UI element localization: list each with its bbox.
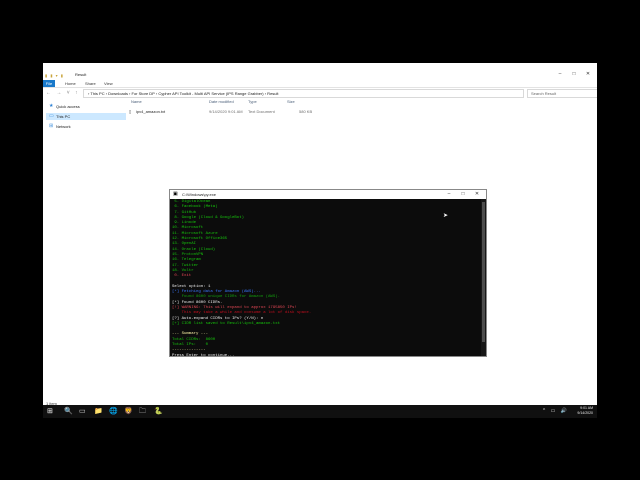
- start-icon[interactable]: ⊞: [47, 407, 53, 416]
- console-output[interactable]: 5. DigitalOcean 6. Facebook (Meta) 7. Gi…: [172, 200, 477, 357]
- file-type: Text Document: [248, 109, 275, 114]
- quick-access-toolbar-icon[interactable]: ▮ ▮ ▾ ▮: [45, 73, 64, 78]
- nav-buttons[interactable]: ← → ˅ ↑: [46, 90, 80, 96]
- nav-item-this-pc[interactable]: ▭ This PC: [46, 113, 126, 120]
- tab-view[interactable]: View: [104, 81, 113, 86]
- star-icon: ★: [49, 103, 54, 109]
- maximize-button[interactable]: □: [567, 71, 581, 77]
- tab-share[interactable]: Share: [85, 81, 96, 86]
- file-name[interactable]: ipv4_amazon.txt: [136, 109, 165, 114]
- python-icon[interactable]: 🐍: [154, 407, 163, 416]
- column-header-size[interactable]: Size: [287, 99, 295, 104]
- terminal-icon: ▣: [173, 191, 178, 197]
- column-header-type[interactable]: Type: [248, 99, 257, 104]
- column-header-name[interactable]: Name: [131, 99, 142, 104]
- tray-icons[interactable]: ^ ▭ 🔊: [543, 408, 569, 414]
- navigation-pane: ★ Quick access ▭ This PC ⊞ Network: [43, 101, 126, 401]
- window-title: Result: [75, 72, 87, 77]
- minimize-button[interactable]: –: [442, 191, 456, 197]
- ribbon-tabs: File Home Share View: [43, 80, 597, 88]
- search-input[interactable]: Search Result: [527, 89, 597, 98]
- window-controls[interactable]: – □ ✕: [553, 71, 595, 77]
- scrollbar-thumb[interactable]: [482, 202, 485, 342]
- close-button[interactable]: ✕: [470, 191, 484, 197]
- nav-item-label: Quick access: [56, 104, 80, 109]
- tab-file[interactable]: File: [43, 80, 55, 87]
- nav-item-network[interactable]: ⊞ Network: [46, 123, 126, 130]
- maximize-button[interactable]: □: [456, 191, 470, 197]
- text-file-icon: ▯: [129, 109, 132, 114]
- address-bar[interactable]: › This PC › Downloads › For Store DP › C…: [83, 89, 524, 98]
- nav-item-label: Network: [56, 124, 71, 129]
- network-icon: ⊞: [49, 123, 54, 129]
- recording-indicator-icon: [591, 64, 594, 67]
- scrollbar[interactable]: [481, 199, 486, 356]
- edge-icon[interactable]: 🌐: [109, 407, 118, 416]
- task-view-icon[interactable]: ▭: [79, 407, 86, 416]
- nav-item-label: This PC: [56, 114, 71, 119]
- nav-item-quick-access[interactable]: ★ Quick access: [46, 103, 126, 110]
- cmd-title: C:\Windows\py.exe: [182, 192, 216, 197]
- file-size: 580 KB: [299, 109, 313, 114]
- explorer-titlebar: ▮ ▮ ▾ ▮ Result – □ ✕: [43, 71, 597, 80]
- file-explorer-icon[interactable]: 📁: [94, 407, 103, 416]
- clock-time: 9:01 AM: [580, 406, 593, 410]
- mouse-cursor-icon: ➤: [443, 213, 449, 219]
- brave-icon[interactable]: 🦁: [124, 407, 133, 416]
- cmd-window-controls[interactable]: – □ ✕: [442, 191, 484, 197]
- column-header-date[interactable]: Date modified: [209, 99, 234, 104]
- clock-date: 9/14/2020: [577, 410, 593, 415]
- cmd-titlebar[interactable]: ▣ C:\Windows\py.exe – □ ✕: [170, 190, 486, 199]
- search-icon[interactable]: 🔍: [64, 407, 73, 416]
- cmd-window[interactable]: ▣ C:\Windows\py.exe – □ ✕ 5. DigitalOcean …: [169, 189, 487, 357]
- clock[interactable]: 9:01 AM 9/14/2020: [577, 406, 593, 415]
- close-button[interactable]: ✕: [581, 71, 595, 77]
- tab-home[interactable]: Home: [65, 81, 76, 86]
- folder-icon[interactable]: 🗀: [139, 407, 146, 416]
- console-line: Press Enter to continue..._: [172, 353, 237, 357]
- minimize-button[interactable]: –: [553, 71, 567, 77]
- taskbar: ⊞ 🔍 ▭ 📁 🌐 🦁 🗀 🐍 ^ ▭ 🔊 9:01 AM 9/14/2020: [43, 405, 597, 418]
- file-date: 9/14/2020 9:01 AM: [209, 109, 243, 114]
- computer-icon: ▭: [49, 113, 54, 119]
- address-row: ← → ˅ ↑ › This PC › Downloads › For Stor…: [43, 89, 597, 98]
